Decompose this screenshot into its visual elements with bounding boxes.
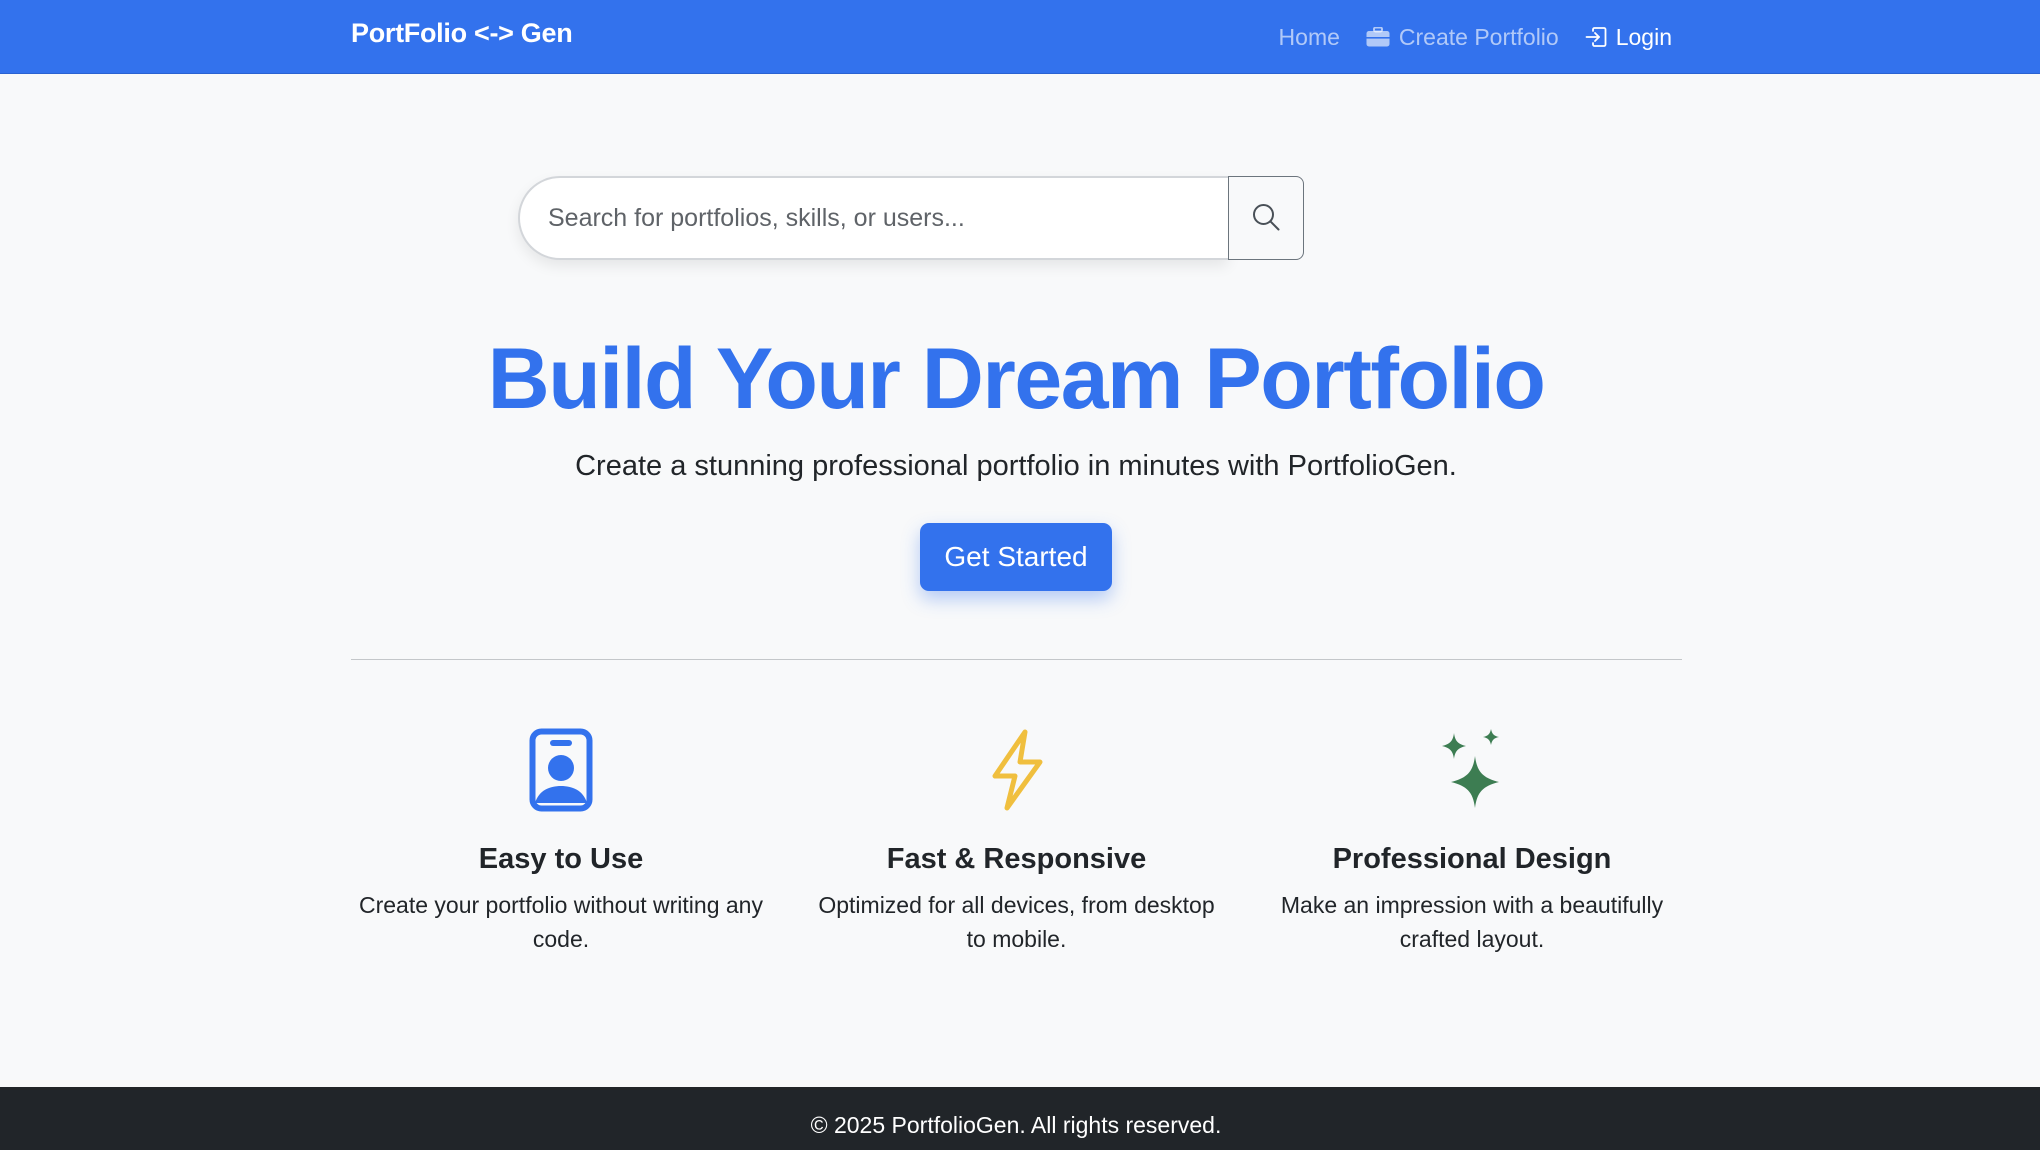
nav-link-create-portfolio[interactable]: Create Portfolio (1366, 24, 1559, 51)
feature-text: Optimized for all devices, from desktop … (818, 892, 1215, 952)
section-divider (351, 659, 1682, 660)
feature-card: Easy to Use Create your portfolio withou… (351, 728, 771, 956)
feature-title: Professional Design (1332, 843, 1612, 875)
brand-logo[interactable]: PortFolio <-> Gen (351, 18, 573, 49)
navbar: PortFolio <-> Gen Home Create Portfolio (0, 0, 2040, 74)
feature-text: Create your portfolio without writing an… (359, 892, 763, 952)
search-bar (518, 176, 1304, 260)
briefcase-icon (1366, 27, 1390, 47)
get-started-button[interactable]: Get Started (920, 523, 1112, 591)
nav-link-label: Home (1278, 23, 1340, 50)
search-icon (1251, 202, 1281, 235)
nav-link-home[interactable]: Home (1279, 24, 1340, 51)
nav-link-label: Login (1615, 23, 1672, 50)
footer: © 2025 PortfolioGen. All rights reserved… (0, 1087, 2040, 1150)
search-button[interactable] (1228, 176, 1304, 260)
nav-link-label: Create Portfolio (1398, 23, 1559, 50)
feature-title: Fast & Responsive (886, 843, 1147, 875)
feature-title: Easy to Use (478, 843, 644, 875)
hero-subtitle: Create a stunning professional portfolio… (575, 450, 1457, 482)
nav-link-login[interactable]: Login (1585, 24, 1672, 51)
footer-copyright: © 2025 PortfolioGen. All rights reserved… (810, 1112, 1222, 1138)
features-section: Easy to Use Create your portfolio withou… (351, 728, 1682, 956)
feature-card: Fast & Responsive Optimized for all devi… (807, 728, 1227, 956)
sparkles-icon (1262, 728, 1682, 824)
lightning-icon (807, 728, 1227, 824)
search-input[interactable] (518, 176, 1228, 260)
person-badge-icon (351, 728, 771, 824)
feature-card: Professional Design Make an impression w… (1262, 728, 1682, 956)
nav-links: Home Create Portfolio Login (1279, 0, 1672, 74)
hero-title: Build Your Dream Portfolio (487, 331, 1546, 427)
login-icon (1585, 26, 1607, 48)
feature-text: Make an impression with a beautifully cr… (1280, 892, 1664, 952)
